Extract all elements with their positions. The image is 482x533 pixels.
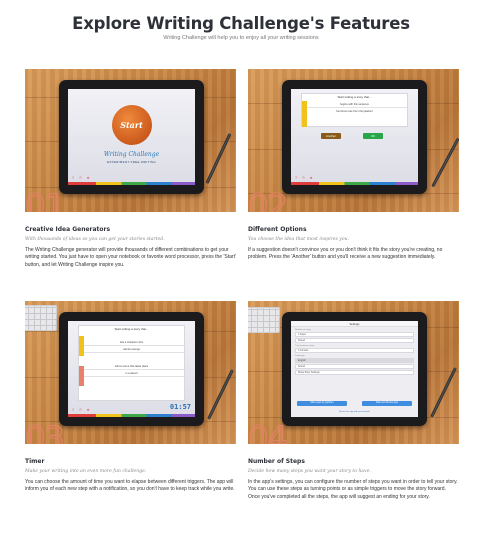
app-screen-suggestion: Start writing a story that... begins wit… bbox=[291, 89, 418, 185]
step-number: 01 bbox=[25, 187, 65, 212]
feature-title: Creative Idea Generators bbox=[25, 226, 111, 233]
step-number: 04 bbox=[248, 419, 288, 444]
toolbar-icons[interactable]: ? ⏱ ★ bbox=[72, 176, 91, 180]
app-screen-settings: Settings Number of steps 3 steps Sound T… bbox=[291, 321, 418, 417]
toolbar-icons[interactable]: ? ⏱ ★ bbox=[72, 408, 91, 412]
settings-steps-row[interactable]: 3 steps bbox=[295, 332, 414, 337]
feature-card-idea-generators: Start Writing Challenge EXPERIMENT FREE … bbox=[25, 69, 236, 269]
tablet-mockup: Start Writing Challenge EXPERIMENT FREE … bbox=[59, 80, 204, 194]
pen-icon bbox=[430, 367, 457, 418]
feature-tagline: Make your writing into an even more fun … bbox=[25, 469, 147, 474]
feature-tagline: With thousands of ideas so you can get y… bbox=[25, 237, 165, 242]
settings-time-row[interactable]: 3 minutes bbox=[295, 348, 414, 353]
feature-tagline: You choose the idea that most inspires y… bbox=[248, 237, 350, 242]
feature-description: If a suggestion doesn't convince you or … bbox=[248, 247, 443, 261]
step-line: Add a scene that takes place bbox=[79, 363, 184, 370]
suggestion-card: Start writing a story that... begins wit… bbox=[301, 93, 408, 127]
step-line: has a character who bbox=[79, 339, 184, 346]
feature-title: Timer bbox=[25, 458, 45, 465]
feature-title: Different Options bbox=[248, 226, 307, 233]
settings-row[interactable]: Sound bbox=[295, 364, 414, 369]
color-stripe bbox=[68, 414, 195, 417]
feature-photo: Start writing a story that... begins wit… bbox=[248, 69, 459, 212]
app-logo: Writing Challenge bbox=[103, 151, 160, 158]
suggestion-line: begins with this sentence bbox=[302, 101, 407, 108]
more-apps-button[interactable]: More apps by Quillcan bbox=[297, 401, 347, 406]
page-subtitle: Writing Challenge will help you to enjoy… bbox=[163, 35, 319, 41]
start-button[interactable]: Start bbox=[111, 105, 152, 145]
page-title: Explore Writing Challenge's Features bbox=[72, 14, 410, 33]
feature-card-different-options: Start writing a story that... begins wit… bbox=[248, 69, 459, 262]
color-stripe bbox=[68, 182, 195, 185]
feature-description: You can choose the amount of time you wa… bbox=[25, 479, 235, 493]
ok-button[interactable]: OK bbox=[363, 133, 383, 139]
settings-label: Language bbox=[295, 355, 305, 357]
tablet-mockup: Start writing a story that... has a char… bbox=[59, 312, 204, 426]
share-link[interactable]: Share this app with your friends bbox=[291, 411, 418, 413]
tablet-mockup: Settings Number of steps 3 steps Sound T… bbox=[282, 312, 427, 426]
keyboard-image bbox=[25, 305, 57, 331]
settings-row[interactable]: Show Story Settings bbox=[295, 370, 414, 375]
settings-language-row[interactable]: English bbox=[295, 358, 414, 363]
feature-tagline: Decide how many steps you want your stor… bbox=[248, 469, 371, 474]
app-logo-subtitle: EXPERIMENT FREE WRITING bbox=[106, 160, 156, 164]
feature-card-timer: Start writing a story that... has a char… bbox=[25, 301, 236, 494]
toolbar-icons[interactable]: ? ⏱ ★ bbox=[295, 176, 314, 180]
step-side-tab bbox=[79, 366, 84, 386]
timer-display: 01:57 bbox=[169, 403, 191, 411]
tablet-mockup: Start writing a story that... begins wit… bbox=[282, 80, 427, 194]
step-number: 02 bbox=[248, 187, 288, 212]
keyboard-image bbox=[248, 307, 280, 333]
step-line: wants revenge bbox=[79, 346, 184, 353]
feature-description: The Writing Challenge generator will pro… bbox=[25, 247, 236, 268]
feature-photo: Start writing a story that... has a char… bbox=[25, 301, 236, 444]
step-side-tab bbox=[302, 101, 307, 127]
color-stripe bbox=[291, 182, 418, 185]
app-screen-start: Start Writing Challenge EXPERIMENT FREE … bbox=[68, 89, 195, 185]
suggestion-header: Start writing a story that... bbox=[337, 95, 372, 99]
step-number: 03 bbox=[25, 419, 65, 444]
app-screen-timer: Start writing a story that... has a char… bbox=[68, 321, 195, 417]
settings-label: Number of steps bbox=[295, 329, 312, 331]
pen-icon bbox=[431, 137, 459, 188]
settings-header: Settings bbox=[291, 321, 418, 327]
story-steps-card: Start writing a story that... has a char… bbox=[78, 325, 185, 401]
settings-row[interactable]: Sound bbox=[295, 338, 414, 343]
another-button[interactable]: Another bbox=[321, 133, 341, 139]
feature-photo: Settings Number of steps 3 steps Sound T… bbox=[248, 301, 459, 444]
steps-header: Start writing a story that... bbox=[114, 327, 149, 331]
feature-title: Number of Steps bbox=[248, 458, 305, 465]
settings-label: Time between steps bbox=[295, 345, 315, 347]
suggestion-line: 'He threw rose from the jukebox' bbox=[335, 110, 374, 113]
rate-review-button[interactable]: Rate and Review App bbox=[362, 401, 412, 406]
step-line: in a desert bbox=[79, 370, 184, 377]
feature-photo: Start Writing Challenge EXPERIMENT FREE … bbox=[25, 69, 236, 212]
feature-description: In the app's settings, you can configure… bbox=[248, 479, 458, 500]
feature-card-number-of-steps: Settings Number of steps 3 steps Sound T… bbox=[248, 301, 459, 501]
step-side-tab bbox=[79, 336, 84, 356]
